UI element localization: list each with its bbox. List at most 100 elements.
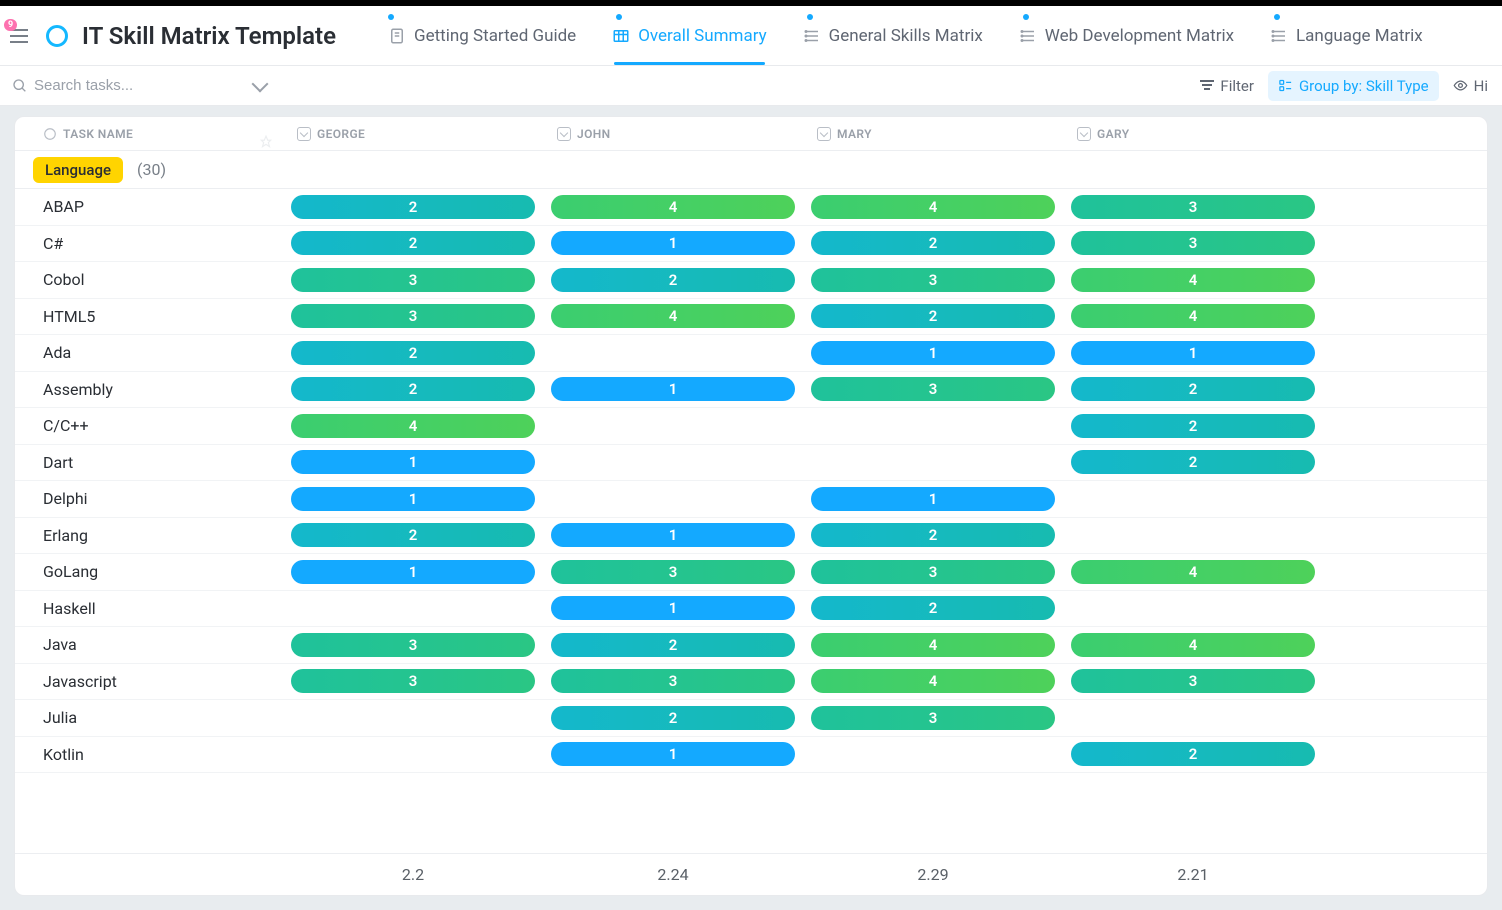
group-row[interactable]: Language (30) bbox=[15, 151, 1487, 189]
skill-cell[interactable]: 4 bbox=[803, 669, 1063, 693]
skill-cell[interactable]: 2 bbox=[1063, 742, 1323, 766]
notification-badge[interactable]: 9 bbox=[4, 19, 17, 31]
skill-cell[interactable]: 3 bbox=[283, 304, 543, 328]
skill-cell[interactable]: 2 bbox=[803, 231, 1063, 255]
tab-getting-started-guide[interactable]: Getting Started Guide bbox=[370, 6, 594, 65]
skill-cell[interactable]: 2 bbox=[283, 523, 543, 547]
task-name-cell[interactable]: C/C++ bbox=[15, 416, 283, 435]
tab-general-skills-matrix[interactable]: General Skills Matrix bbox=[785, 6, 1001, 65]
table-row[interactable]: Ada2 11 bbox=[15, 335, 1487, 372]
skill-cell[interactable]: 4 bbox=[1063, 304, 1323, 328]
skill-cell[interactable]: 1 bbox=[283, 560, 543, 584]
table-row[interactable]: C/C++4 2 bbox=[15, 408, 1487, 445]
pin-icon[interactable] bbox=[259, 135, 273, 152]
task-name-cell[interactable]: Ada bbox=[15, 343, 283, 362]
task-name-cell[interactable]: Kotlin bbox=[15, 745, 283, 764]
hide-button[interactable]: Hi bbox=[1443, 71, 1498, 101]
skill-cell[interactable]: 2 bbox=[543, 706, 803, 730]
filter-button[interactable]: Filter bbox=[1190, 71, 1264, 101]
table-row[interactable]: GoLang1334 bbox=[15, 554, 1487, 591]
skill-cell[interactable]: 1 bbox=[803, 341, 1063, 365]
search-input[interactable] bbox=[34, 77, 248, 94]
column-header-gary[interactable]: GARY bbox=[1063, 127, 1323, 141]
table-row[interactable]: ABAP2443 bbox=[15, 189, 1487, 226]
skill-cell[interactable]: 3 bbox=[283, 268, 543, 292]
table-row[interactable]: Erlang212 bbox=[15, 518, 1487, 555]
skill-cell[interactable]: 3 bbox=[803, 706, 1063, 730]
skill-cell[interactable]: 4 bbox=[1063, 268, 1323, 292]
skill-cell[interactable]: 2 bbox=[1063, 377, 1323, 401]
skill-cell[interactable]: 1 bbox=[543, 742, 803, 766]
skill-cell[interactable]: 2 bbox=[543, 633, 803, 657]
skill-cell[interactable]: 3 bbox=[1063, 195, 1323, 219]
task-name-cell[interactable]: Java bbox=[15, 635, 283, 654]
skill-cell[interactable]: 1 bbox=[803, 487, 1063, 511]
skill-cell[interactable]: 1 bbox=[543, 377, 803, 401]
skill-cell[interactable]: 4 bbox=[543, 304, 803, 328]
skill-cell[interactable]: 3 bbox=[283, 669, 543, 693]
skill-cell[interactable]: 2 bbox=[803, 304, 1063, 328]
column-header-taskname[interactable]: TASK NAME bbox=[15, 127, 283, 141]
skill-cell[interactable]: 2 bbox=[283, 195, 543, 219]
tab-overall-summary[interactable]: Overall Summary bbox=[594, 6, 784, 65]
skill-cell[interactable]: 4 bbox=[283, 414, 543, 438]
skill-cell[interactable]: 2 bbox=[543, 268, 803, 292]
group-by-button[interactable]: Group by: Skill Type bbox=[1268, 71, 1439, 101]
skill-cell[interactable]: 2 bbox=[283, 231, 543, 255]
group-tag[interactable]: Language bbox=[33, 157, 123, 183]
table-row[interactable]: Julia 23 bbox=[15, 700, 1487, 737]
menu-icon[interactable]: 9 bbox=[10, 25, 32, 47]
task-name-cell[interactable]: C# bbox=[15, 234, 283, 253]
tab-language-matrix[interactable]: Language Matrix bbox=[1252, 6, 1441, 65]
skill-cell[interactable]: 4 bbox=[543, 195, 803, 219]
skill-cell[interactable]: 1 bbox=[543, 523, 803, 547]
tab-web-development-matrix[interactable]: Web Development Matrix bbox=[1001, 6, 1252, 65]
skill-cell[interactable]: 3 bbox=[543, 669, 803, 693]
task-name-cell[interactable]: Cobol bbox=[15, 270, 283, 289]
skill-cell[interactable]: 2 bbox=[803, 523, 1063, 547]
skill-cell[interactable]: 3 bbox=[803, 560, 1063, 584]
task-name-cell[interactable]: GoLang bbox=[15, 562, 283, 581]
skill-cell[interactable]: 4 bbox=[803, 195, 1063, 219]
skill-cell[interactable]: 1 bbox=[283, 487, 543, 511]
task-name-cell[interactable]: HTML5 bbox=[15, 307, 283, 326]
table-row[interactable]: Cobol3234 bbox=[15, 262, 1487, 299]
task-name-cell[interactable]: ABAP bbox=[15, 197, 283, 216]
skill-cell[interactable]: 4 bbox=[1063, 633, 1323, 657]
skill-cell[interactable]: 2 bbox=[283, 341, 543, 365]
skill-cell[interactable]: 3 bbox=[543, 560, 803, 584]
skill-cell[interactable]: 1 bbox=[543, 231, 803, 255]
table-row[interactable]: Kotlin 1 2 bbox=[15, 737, 1487, 774]
task-name-cell[interactable]: Julia bbox=[15, 708, 283, 727]
table-row[interactable]: Javascript3343 bbox=[15, 664, 1487, 701]
skill-cell[interactable]: 3 bbox=[803, 268, 1063, 292]
task-name-cell[interactable]: Assembly bbox=[15, 380, 283, 399]
skill-cell[interactable]: 2 bbox=[283, 377, 543, 401]
chevron-down-icon[interactable] bbox=[252, 75, 269, 92]
column-header-george[interactable]: GEORGE bbox=[283, 127, 543, 141]
table-row[interactable]: Delphi11 bbox=[15, 481, 1487, 518]
table-row[interactable]: Haskell 12 bbox=[15, 591, 1487, 628]
table-row[interactable]: Dart1 2 bbox=[15, 445, 1487, 482]
task-name-cell[interactable]: Haskell bbox=[15, 599, 283, 618]
column-header-mary[interactable]: MARY bbox=[803, 127, 1063, 141]
skill-cell[interactable]: 1 bbox=[283, 450, 543, 474]
skill-cell[interactable]: 1 bbox=[543, 596, 803, 620]
skill-cell[interactable]: 4 bbox=[803, 633, 1063, 657]
table-row[interactable]: Assembly2132 bbox=[15, 372, 1487, 409]
skill-cell[interactable]: 2 bbox=[803, 596, 1063, 620]
skill-cell[interactable]: 3 bbox=[803, 377, 1063, 401]
task-name-cell[interactable]: Delphi bbox=[15, 489, 283, 508]
table-row[interactable]: HTML53424 bbox=[15, 299, 1487, 336]
skill-cell[interactable]: 3 bbox=[1063, 669, 1323, 693]
task-name-cell[interactable]: Erlang bbox=[15, 526, 283, 545]
skill-cell[interactable]: 2 bbox=[1063, 450, 1323, 474]
skill-cell[interactable]: 4 bbox=[1063, 560, 1323, 584]
task-name-cell[interactable]: Dart bbox=[15, 453, 283, 472]
skill-cell[interactable]: 1 bbox=[1063, 341, 1323, 365]
table-row[interactable]: Java3244 bbox=[15, 627, 1487, 664]
skill-cell[interactable]: 3 bbox=[1063, 231, 1323, 255]
column-header-john[interactable]: JOHN bbox=[543, 127, 803, 141]
task-name-cell[interactable]: Javascript bbox=[15, 672, 283, 691]
skill-cell[interactable]: 2 bbox=[1063, 414, 1323, 438]
